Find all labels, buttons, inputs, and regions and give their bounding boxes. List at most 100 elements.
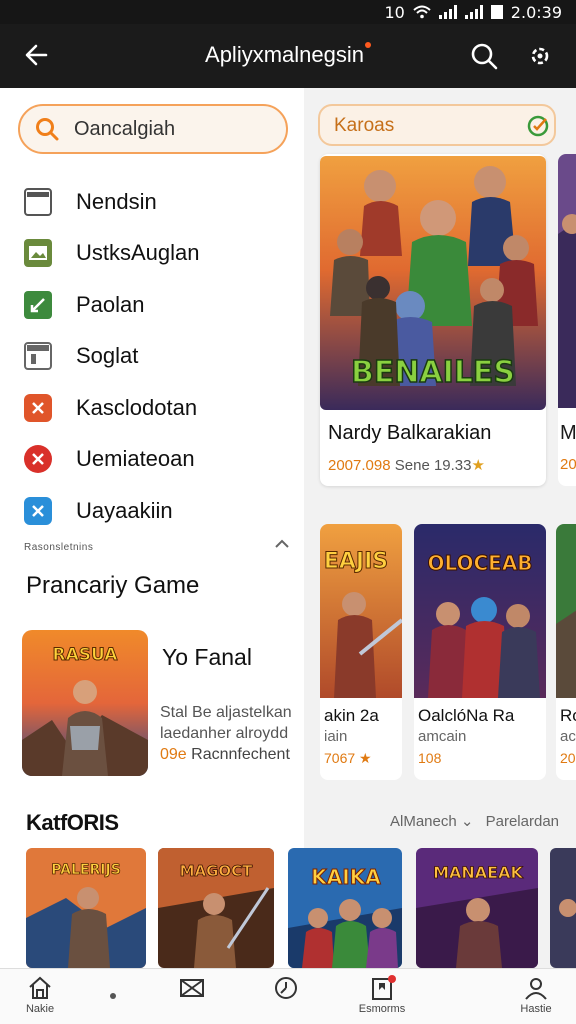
bottom-navigation: Nakie Esmorms Hastie	[0, 968, 576, 1024]
game-strip: PALERIJS MAGOCT KAIKA MANAEAK	[0, 848, 576, 968]
tile-title: MAGOCT	[180, 862, 254, 880]
nav-dot	[110, 993, 116, 999]
search-icon	[36, 118, 59, 141]
game-card-rating: 108	[418, 750, 442, 766]
status-bar: 10 2.0:39	[0, 0, 576, 24]
category-item[interactable]: Uemiateoan	[24, 434, 294, 486]
featured-price: 09e	[160, 746, 187, 763]
category-list: Nendsin UstksAuglan Paolan Soglat Kasclo…	[24, 176, 294, 537]
game-card-image: EAJIS	[320, 524, 402, 698]
featured-desc-line: laedanher alroydd	[160, 725, 289, 742]
featured-desc-line: Stal Be aljastelkan	[160, 704, 292, 721]
filter-link[interactable]: AlManech	[390, 813, 457, 830]
settings-icon[interactable]	[524, 40, 556, 72]
game-card-rating: 20	[560, 750, 576, 766]
section-links: AlManech ⌄ Parelardan	[390, 812, 559, 830]
category-label: Uayaakiin	[76, 497, 173, 523]
tile-title: MANAEAK	[433, 863, 523, 882]
game-card-meta: 20	[560, 456, 576, 473]
search-input[interactable]: Oancalgiah	[18, 104, 288, 154]
game-card-title: Ro	[560, 706, 576, 725]
home-icon	[29, 976, 51, 999]
category-item[interactable]: Soglat	[24, 331, 294, 383]
category-label: Uemiateoan	[76, 446, 195, 472]
nav-item-messages[interactable]	[162, 975, 222, 1024]
game-tile[interactable]: PALERIJS	[26, 848, 146, 968]
game-card[interactable]: BENAILES Nardy Balkarakian 2007.098 Sene…	[320, 154, 546, 486]
game-card-meta: 7067 ★	[324, 750, 372, 767]
category-item[interactable]: Paolan	[24, 279, 294, 331]
game-card-image: OLOCEAB	[414, 524, 546, 698]
category-label: Nendsin	[76, 188, 157, 214]
chevron-up-icon[interactable]	[272, 536, 292, 552]
category-label: Soglat	[76, 343, 139, 369]
game-card-title: OalclóNa Ra	[418, 706, 515, 725]
game-art-title: OLOCEAB	[427, 551, 532, 575]
featured-description: Stal Be aljastelkan laedanher alroydd	[160, 702, 300, 744]
envelope-icon	[180, 979, 204, 997]
game-card-image	[556, 524, 576, 698]
game-card-image: BENAILES	[320, 156, 546, 410]
category-item[interactable]: Kasclodotan	[24, 382, 294, 434]
time-label: 2.0:39	[510, 2, 562, 22]
game-card[interactable]: Ro aca 20	[556, 524, 576, 780]
tile-title: KAIKA	[311, 865, 381, 889]
star-icon: ★	[471, 457, 485, 474]
featured-meta: 09e Racnnfechent	[160, 746, 290, 764]
cross-icon	[24, 393, 52, 422]
window-icon	[24, 187, 52, 216]
game-tile[interactable]: MAGOCT	[158, 848, 274, 968]
signal-icon	[438, 5, 457, 19]
nav-item-history[interactable]	[256, 975, 316, 1024]
right-panel: Karoas BENAILES Nardy Balkarakian 2007.0…	[304, 88, 576, 968]
check-icon	[24, 290, 52, 319]
game-card-subtitle: aca	[560, 728, 576, 745]
game-tile[interactable]: MANAEAK	[416, 848, 538, 968]
nav-label: Esmorms	[358, 1003, 406, 1015]
filter-label: Karoas	[334, 115, 395, 136]
network-label: 10	[384, 2, 405, 22]
game-card[interactable]: EAJIS akin 2a iain 7067 ★	[320, 524, 402, 780]
search-icon[interactable]	[468, 40, 500, 72]
calendar-icon	[24, 342, 52, 371]
game-card-price: 2007.098	[328, 457, 391, 474]
game-card-rating: 7067	[324, 750, 356, 766]
game-art-title: BENAILES	[351, 355, 515, 390]
game-card-title: Nardy Balkarakian	[328, 422, 492, 444]
profile-icon	[525, 978, 547, 1000]
category-item[interactable]: Uayaakiin	[24, 485, 294, 537]
category-item[interactable]: Nendsin	[24, 176, 294, 228]
image-icon	[24, 239, 52, 268]
signal-icon-2	[464, 5, 483, 19]
game-tile[interactable]: KAIKA	[288, 848, 402, 968]
featured-title[interactable]: Yo Fanal	[162, 644, 252, 671]
nav-label: Nakie	[25, 1003, 55, 1015]
game-art-title: EAJIS	[324, 549, 388, 574]
check-circle-icon[interactable]	[526, 114, 550, 138]
page-title-text: Apliyxmalnegsin	[205, 42, 364, 67]
nav-item-home[interactable]: Nakie	[10, 975, 70, 1024]
category-label: UstksAuglan	[76, 240, 200, 266]
nav-item-bookmarks[interactable]: Esmorms	[352, 975, 412, 1024]
nav-item-profile[interactable]: Hastie	[506, 975, 566, 1024]
chevron-down-icon[interactable]: ⌄	[461, 813, 474, 830]
game-card-image	[558, 154, 576, 408]
featured-game-image[interactable]: RASUA	[22, 630, 148, 776]
cross-icon	[24, 496, 52, 525]
game-card[interactable]: M 20	[558, 154, 576, 486]
game-tile[interactable]	[550, 848, 576, 968]
app-bar: Apliyxmalnegsin	[0, 24, 576, 88]
game-card-title: M	[560, 422, 576, 444]
category-item[interactable]: UstksAuglan	[24, 228, 294, 280]
sort-link[interactable]: Parelardan	[486, 813, 559, 830]
search-placeholder: Oancalgiah	[74, 117, 176, 140]
tile-title: PALERIJS	[51, 862, 121, 878]
wifi-icon	[413, 5, 431, 19]
left-panel: Oancalgiah Nendsin UstksAuglan Paolan So…	[0, 88, 304, 968]
nav-label: Hastie	[520, 1003, 552, 1015]
filter-input[interactable]: Karoas	[318, 104, 556, 146]
section-label: Rasonsletnins	[24, 542, 94, 553]
game-card[interactable]: OLOCEAB OalclóNa Ra amcain 108	[414, 524, 546, 780]
notification-dot	[364, 42, 371, 48]
game-card-subtitle: amcain	[418, 728, 467, 745]
